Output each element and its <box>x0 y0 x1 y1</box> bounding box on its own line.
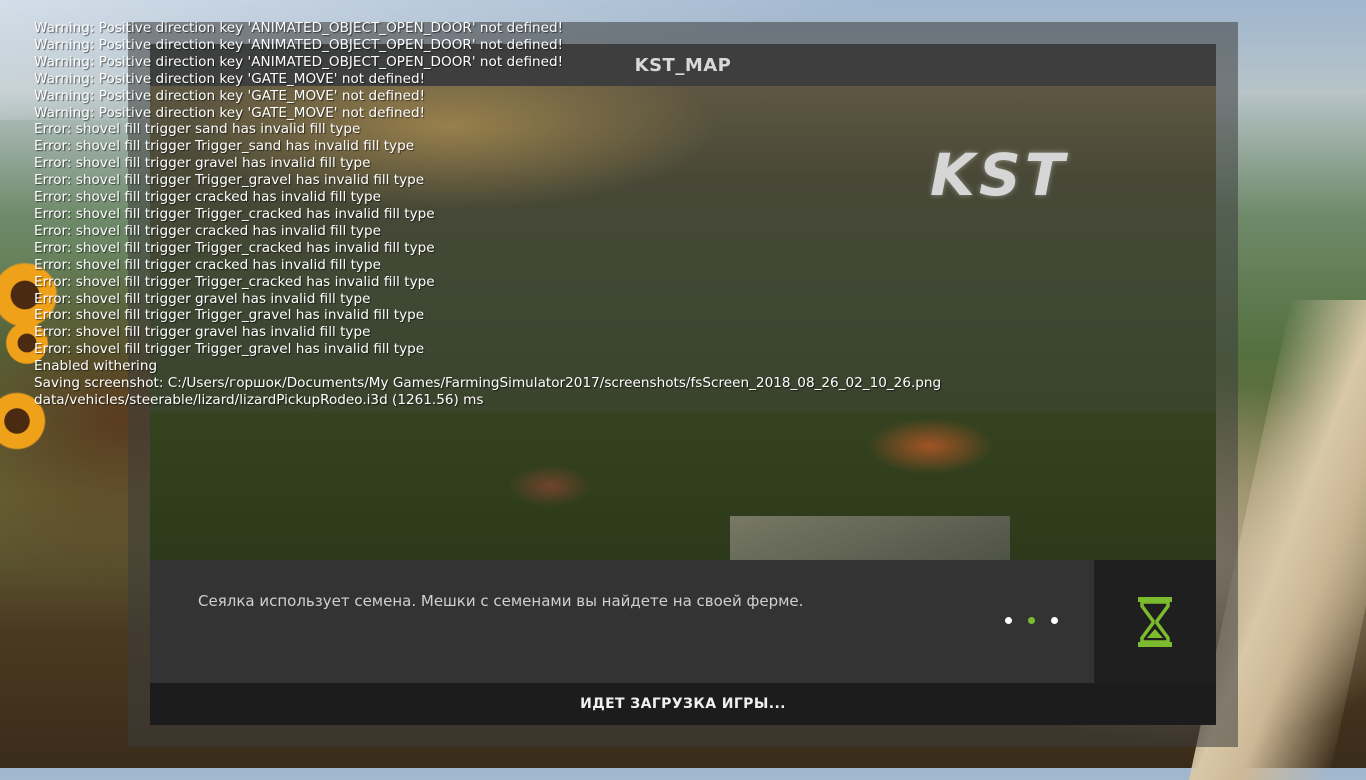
console-line: Error: shovel fill trigger cracked has i… <box>34 256 381 273</box>
loading-status-text: ИДЕТ ЗАГРУЗКА ИГРЫ... <box>580 696 786 712</box>
console-line: Enabled withering <box>34 358 158 375</box>
console-log: Warning: Positive direction key 'ANIMATE… <box>34 20 941 409</box>
console-line: Error: shovel fill trigger Trigger_crack… <box>34 205 435 222</box>
console-line: Warning: Positive direction key 'ANIMATE… <box>34 20 564 36</box>
console-line: Warning: Positive direction key 'ANIMATE… <box>34 53 564 70</box>
console-line: Error: shovel fill trigger Trigger_grave… <box>34 172 425 189</box>
hourglass-icon <box>1138 596 1172 647</box>
tip-text: Сеялка использует семена. Мешки с семена… <box>198 592 804 610</box>
console-line: Error: shovel fill trigger gravel has in… <box>34 290 371 307</box>
loading-indicator-panel <box>1094 560 1216 683</box>
console-line: Error: shovel fill trigger gravel has in… <box>34 324 371 341</box>
tip-pager-dot[interactable] <box>1051 617 1058 624</box>
map-logo: KST <box>930 141 1069 209</box>
tip-pager <box>1005 617 1058 624</box>
console-line: Warning: Positive direction key 'ANIMATE… <box>34 36 564 53</box>
loading-status-bar: ИДЕТ ЗАГРУЗКА ИГРЫ... <box>150 683 1216 725</box>
console-line: data/vehicles/steerable/lizard/lizardPic… <box>34 391 484 408</box>
console-line: Error: shovel fill trigger cracked has i… <box>34 222 381 239</box>
console-line: Saving screenshot: C:/Users/горшок/Docum… <box>34 375 942 392</box>
tip-panel: Сеялка использует семена. Мешки с семена… <box>150 560 1094 683</box>
tip-pager-dot-active[interactable] <box>1028 617 1035 624</box>
tip-pager-dot[interactable] <box>1005 617 1012 624</box>
console-line: Error: shovel fill trigger Trigger_grave… <box>34 341 425 358</box>
console-line: Warning: Positive direction key 'GATE_MO… <box>34 104 426 121</box>
console-line: Error: shovel fill trigger cracked has i… <box>34 189 381 206</box>
console-line: Error: shovel fill trigger Trigger_grave… <box>34 307 425 324</box>
console-line: Error: shovel fill trigger sand has inva… <box>34 121 361 138</box>
console-line: Warning: Positive direction key 'GATE_MO… <box>34 87 426 104</box>
console-line: Error: shovel fill trigger gravel has in… <box>34 155 371 172</box>
console-line: Error: shovel fill trigger Trigger_sand … <box>34 138 415 155</box>
console-line: Error: shovel fill trigger Trigger_crack… <box>34 273 435 290</box>
console-line: Error: shovel fill trigger Trigger_crack… <box>34 239 435 256</box>
console-line: Warning: Positive direction key 'GATE_MO… <box>34 70 426 87</box>
